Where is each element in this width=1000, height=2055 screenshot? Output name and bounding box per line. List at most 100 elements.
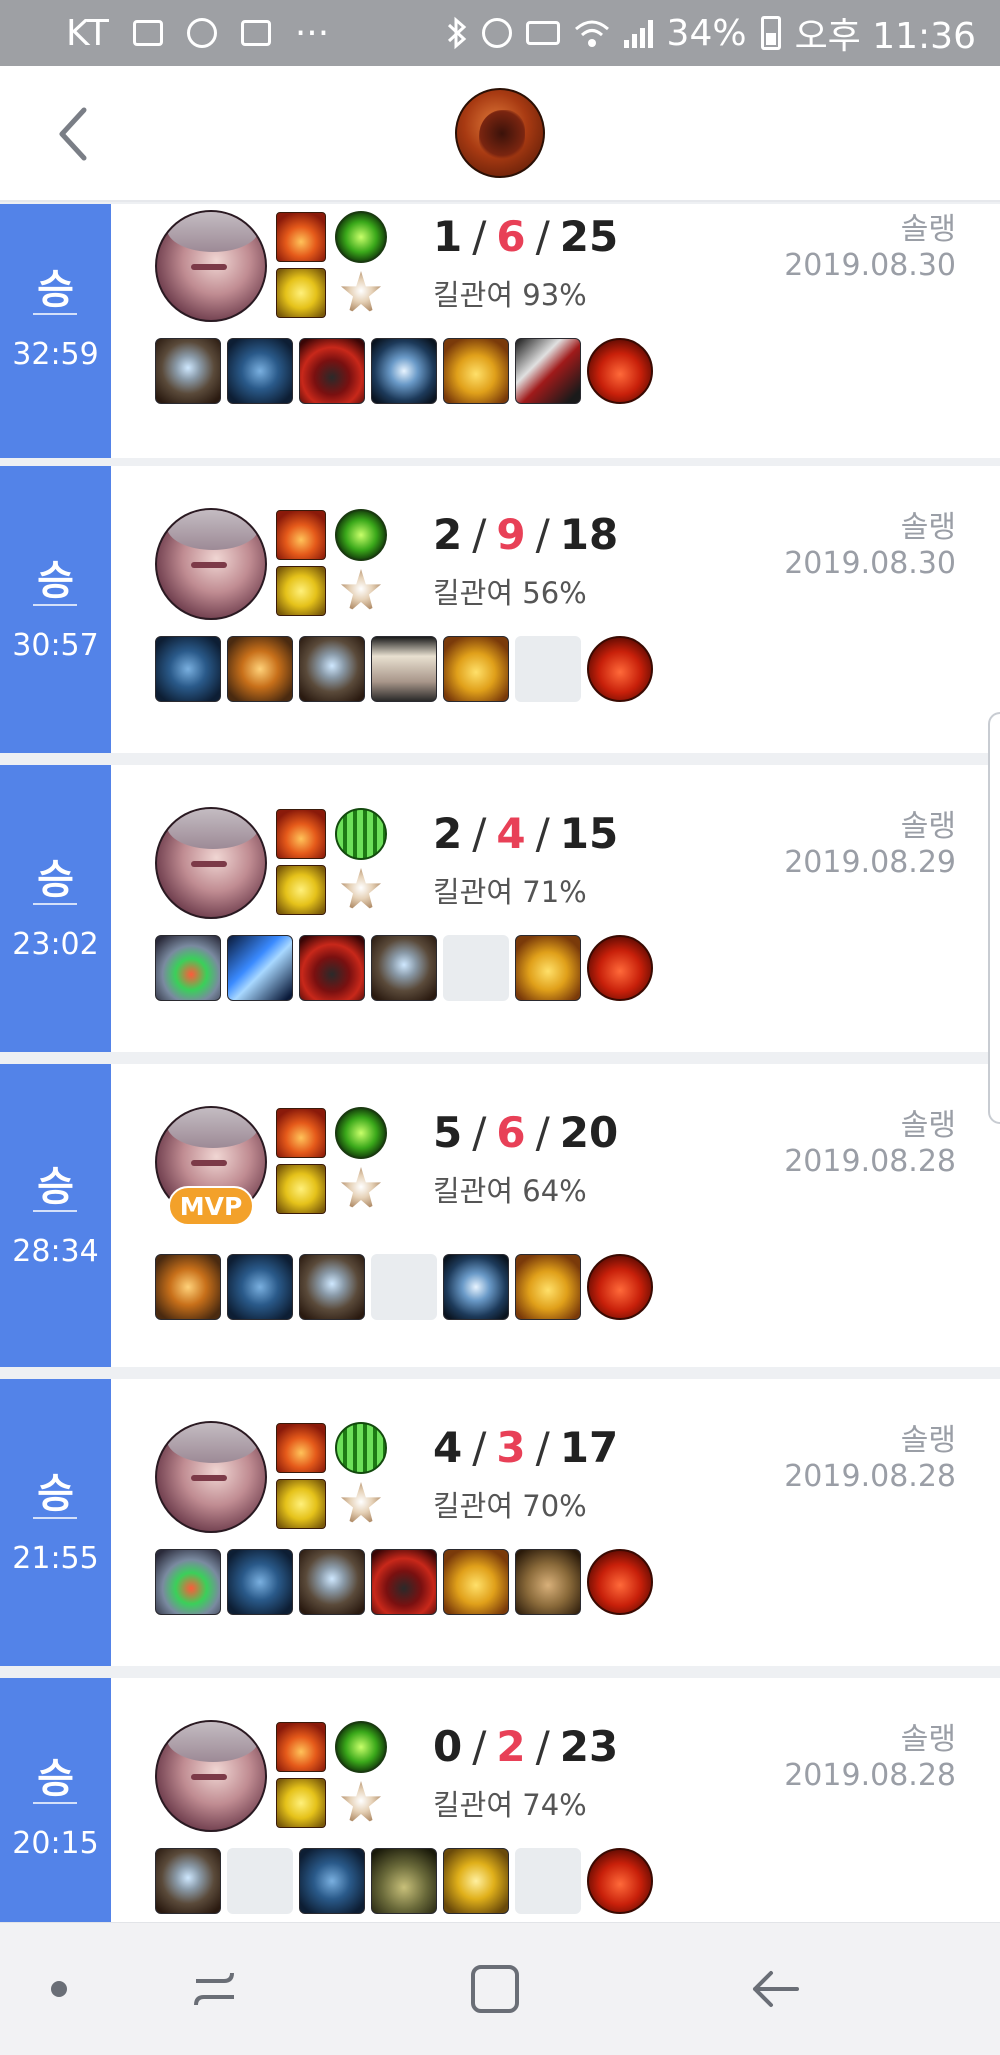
steel-item-icon[interactable] — [371, 935, 437, 1001]
champion-icon[interactable] — [455, 88, 545, 178]
kda-score: 2/4/15 — [433, 809, 618, 858]
gallery-icon — [132, 13, 163, 53]
match-list[interactable]: 승 32:59 1/6/25 킬관여 93% 솔랭 2019.08.30 승 30:57 2/9… — [0, 204, 1000, 1922]
hex-item-icon[interactable] — [371, 338, 437, 404]
ignite-spell-icon — [276, 510, 326, 560]
ignite-spell-icon — [276, 212, 326, 262]
boots-item-icon[interactable] — [443, 338, 509, 404]
queue-type: 솔랭 — [900, 510, 956, 545]
chevron-left-icon — [59, 107, 87, 161]
boots-item-icon[interactable] — [443, 636, 509, 702]
match-date: 2019.08.30 — [784, 248, 956, 283]
blue-item-icon[interactable] — [155, 636, 221, 702]
strip-divider — [33, 1802, 77, 1804]
red-item-icon[interactable] — [371, 1549, 437, 1615]
trinket-icon[interactable] — [587, 1254, 653, 1320]
kda-separator: / — [535, 1423, 550, 1472]
kda-separator: / — [535, 510, 550, 559]
steel-item-icon[interactable] — [155, 338, 221, 404]
kda-separator: / — [472, 212, 487, 261]
game-duration: 30:57 — [12, 627, 99, 663]
vest-item-icon[interactable] — [371, 636, 437, 702]
ghost-spell-icon — [276, 1164, 326, 1214]
steel-item-icon[interactable] — [299, 1549, 365, 1615]
more-notifications-icon: ··· — [294, 12, 330, 54]
blue-item-icon[interactable] — [299, 1848, 365, 1914]
ghost-spell-icon — [276, 268, 326, 318]
kda-separator: / — [472, 510, 487, 559]
primary-rune-icon — [335, 211, 387, 263]
item-build — [155, 1254, 653, 1320]
dot-icon — [51, 1981, 67, 1997]
wings-item-icon[interactable] — [227, 636, 293, 702]
gem-item-icon[interactable] — [155, 1549, 221, 1615]
trinket-icon[interactable] — [587, 935, 653, 1001]
kill-participation: 킬관여 64% — [433, 1174, 587, 1208]
back-arrow-icon — [753, 1971, 799, 2007]
deaths-value: 4 — [496, 809, 526, 858]
trinket-icon[interactable] — [587, 1549, 653, 1615]
game-duration: 28:34 — [12, 1233, 99, 1269]
steel-item-icon[interactable] — [299, 636, 365, 702]
trinket-icon[interactable] — [587, 338, 653, 404]
strip-divider — [33, 313, 77, 315]
battery-icon — [760, 16, 781, 50]
mail-icon — [240, 13, 271, 53]
hat-item-icon[interactable] — [371, 1848, 437, 1914]
item-build — [155, 338, 653, 404]
back-button[interactable] — [44, 104, 104, 164]
champion-portrait[interactable] — [155, 1421, 267, 1533]
blade-item-icon[interactable] — [515, 338, 581, 404]
champion-portrait[interactable] — [155, 508, 267, 620]
blue-item-icon[interactable] — [227, 338, 293, 404]
match-date: 2019.08.28 — [784, 1144, 956, 1179]
match-card[interactable]: 승 23:02 2/4/15 킬관여 71% 솔랭 2019.08.29 — [0, 765, 1000, 1052]
boots-item-icon[interactable] — [443, 1549, 509, 1615]
ghost-spell-icon — [276, 1778, 326, 1828]
result-strip: 승 28:34 — [0, 1064, 111, 1367]
trinket-icon[interactable] — [587, 1848, 653, 1914]
wings-item-icon[interactable] — [155, 1254, 221, 1320]
shield-item-icon[interactable] — [443, 1848, 509, 1914]
trinket-icon[interactable] — [587, 636, 653, 702]
kills-value: 2 — [433, 809, 463, 858]
boots-item-icon[interactable] — [515, 1254, 581, 1320]
hex-item-icon[interactable] — [443, 1254, 509, 1320]
recent-apps-button[interactable] — [180, 1959, 250, 2019]
deaths-value: 3 — [496, 1423, 526, 1472]
blue-item-icon[interactable] — [227, 1254, 293, 1320]
result-label: 승 — [37, 267, 74, 313]
assists-value: 20 — [559, 1108, 619, 1157]
home-button[interactable] — [460, 1959, 530, 2019]
gem-item-icon[interactable] — [155, 935, 221, 1001]
item-build — [155, 935, 653, 1001]
nav-dot-button[interactable] — [24, 1959, 94, 2019]
steel-item-icon[interactable] — [299, 1254, 365, 1320]
champion-portrait[interactable] — [155, 210, 267, 322]
match-date: 2019.08.30 — [784, 546, 956, 581]
game-duration: 32:59 — [12, 337, 99, 372]
steel-item-icon[interactable] — [155, 1848, 221, 1914]
champion-portrait[interactable] — [155, 1720, 267, 1832]
match-card[interactable]: 승 32:59 1/6/25 킬관여 93% 솔랭 2019.08.30 — [0, 204, 1000, 458]
red-item-icon[interactable] — [299, 935, 365, 1001]
queue-type: 솔랭 — [900, 212, 956, 247]
blue-item-icon[interactable] — [227, 1549, 293, 1615]
result-label: 승 — [37, 1470, 74, 1517]
champion-portrait[interactable] — [155, 807, 267, 919]
match-card[interactable]: 승 20:15 0/2/23 킬관여 74% 솔랭 2019.08.28 — [0, 1678, 1000, 1922]
red-item-icon[interactable] — [299, 338, 365, 404]
item-build — [155, 1848, 653, 1914]
sword-item-icon[interactable] — [227, 935, 293, 1001]
kda-separator: / — [535, 212, 550, 261]
boots-item-icon[interactable] — [515, 935, 581, 1001]
match-card[interactable]: 승 28:34 MVP 5/6/20 킬관여 64% 솔랭 2019.08.28 — [0, 1064, 1000, 1367]
kill-participation: 킬관여 56% — [433, 576, 587, 610]
back-nav-button[interactable] — [740, 1959, 810, 2019]
game-duration: 21:55 — [12, 1540, 99, 1576]
cloak-item-icon[interactable] — [515, 1549, 581, 1615]
match-card[interactable]: 승 21:55 4/3/17 킬관여 70% 솔랭 2019.08.28 — [0, 1379, 1000, 1666]
match-card[interactable]: 승 30:57 2/9/18 킬관여 56% 솔랭 2019.08.30 — [0, 466, 1000, 753]
game-duration: 20:15 — [12, 1826, 99, 1861]
scroll-handle[interactable] — [988, 712, 1000, 1124]
